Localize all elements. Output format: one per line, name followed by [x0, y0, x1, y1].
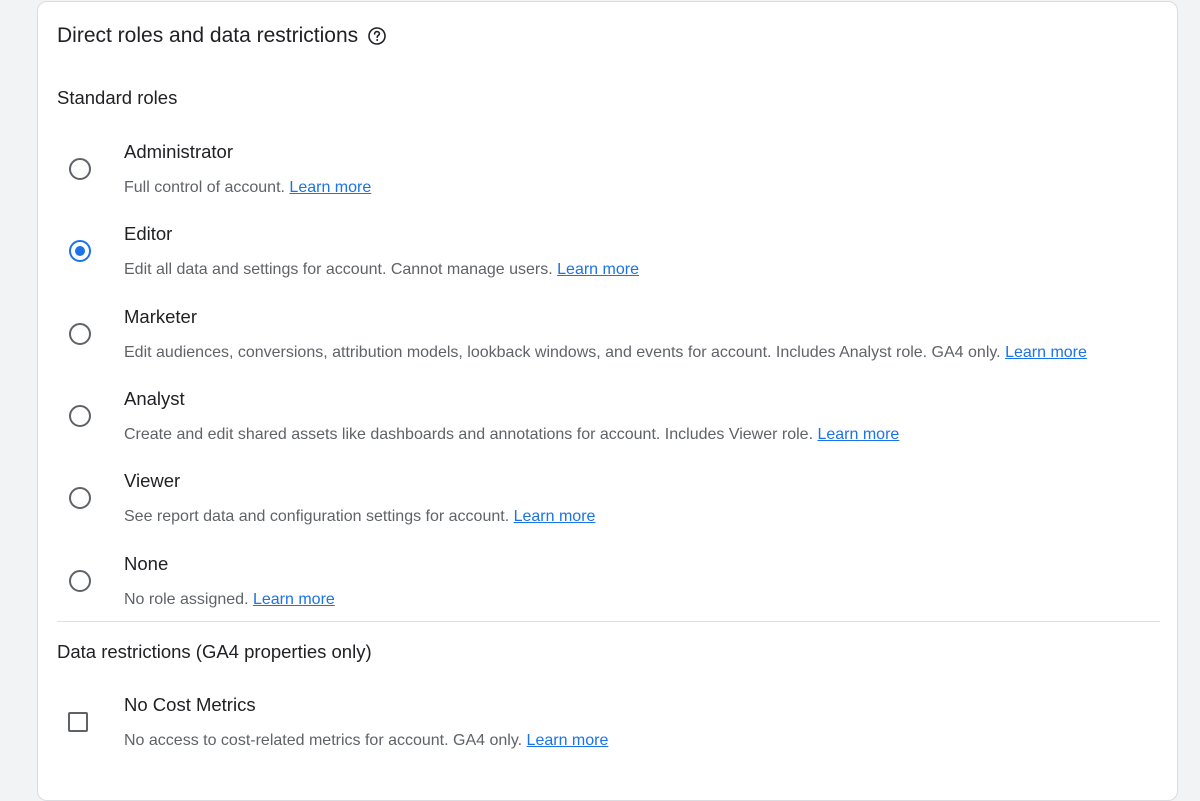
learn-more-link[interactable]: Learn more [253, 591, 335, 608]
radio-viewer[interactable] [69, 487, 91, 509]
learn-more-link[interactable]: Learn more [557, 261, 639, 278]
card-title: Direct roles and data restrictions [57, 22, 387, 50]
role-description-text: Create and edit shared assets like dashb… [124, 426, 814, 443]
standard-roles-heading: Standard roles [57, 87, 178, 108]
role-description: Edit audiences, conversions, attribution… [124, 342, 1087, 364]
role-label: Editor [124, 223, 173, 244]
radio-administrator[interactable] [69, 158, 91, 180]
restriction-label: No Cost Metrics [124, 694, 256, 715]
role-description-text: No role assigned. [124, 591, 249, 608]
role-label: Administrator [124, 141, 233, 162]
role-description: Create and edit shared assets like dashb… [124, 424, 899, 446]
checkbox-no-cost-metrics[interactable] [68, 712, 88, 732]
role-description-text: See report data and configuration settin… [124, 508, 510, 525]
data-restrictions-heading: Data restrictions (GA4 properties only) [57, 641, 372, 662]
role-label: Marketer [124, 306, 197, 327]
role-description: See report data and configuration settin… [124, 506, 595, 528]
role-label: Viewer [124, 470, 181, 491]
learn-more-link[interactable]: Learn more [1005, 344, 1087, 361]
restriction-option-no-cost-metrics[interactable]: No Cost Metrics No access to cost-relate… [38, 692, 1179, 774]
card-title-text: Direct roles and data restrictions [57, 24, 359, 47]
learn-more-link[interactable]: Learn more [817, 426, 899, 443]
restriction-description: No access to cost-related metrics for ac… [124, 730, 608, 752]
role-description: Full control of account. Learn more [124, 177, 371, 199]
role-description: No role assigned. Learn more [124, 589, 335, 611]
role-description-text: Edit all data and settings for account. … [124, 261, 553, 278]
role-label: Analyst [124, 388, 185, 409]
section-divider [57, 621, 1160, 622]
role-option-administrator[interactable]: Administrator Full control of account. L… [38, 139, 1179, 221]
role-option-viewer[interactable]: Viewer See report data and configuration… [38, 469, 1179, 551]
restriction-description-text: No access to cost-related metrics for ac… [124, 732, 523, 749]
role-option-marketer[interactable]: Marketer Edit audiences, conversions, at… [38, 304, 1179, 386]
radio-none[interactable] [69, 570, 91, 592]
role-description: Edit all data and settings for account. … [124, 259, 639, 281]
role-description-text: Full control of account. [124, 179, 285, 196]
roles-card: Direct roles and data restrictions Stand… [37, 1, 1178, 801]
role-option-editor[interactable]: Editor Edit all data and settings for ac… [38, 221, 1179, 303]
role-label: None [124, 553, 169, 574]
radio-editor[interactable] [69, 240, 91, 262]
role-description-text: Edit audiences, conversions, attribution… [124, 344, 1001, 361]
role-option-analyst[interactable]: Analyst Create and edit shared assets li… [38, 386, 1179, 468]
learn-more-link[interactable]: Learn more [289, 179, 371, 196]
learn-more-link[interactable]: Learn more [514, 508, 596, 525]
learn-more-link[interactable]: Learn more [527, 732, 609, 749]
radio-marketer[interactable] [69, 323, 91, 345]
help-circle-icon[interactable] [367, 26, 387, 46]
radio-analyst[interactable] [69, 405, 91, 427]
